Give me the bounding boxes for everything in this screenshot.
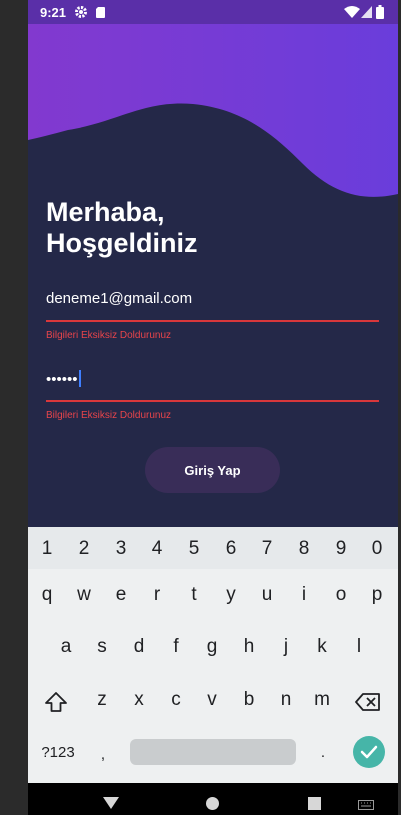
key-v[interactable]: v <box>197 689 227 711</box>
key-5[interactable]: 5 <box>179 538 209 560</box>
key-9[interactable]: 9 <box>326 538 356 560</box>
key-7[interactable]: 7 <box>252 538 282 560</box>
spacebar[interactable] <box>130 739 296 765</box>
key-i[interactable]: i <box>289 584 319 606</box>
greeting-line-1: Merhaba, <box>46 197 165 227</box>
key-8[interactable]: 8 <box>289 538 319 560</box>
key-o[interactable]: o <box>326 584 356 606</box>
wifi-icon <box>344 6 360 18</box>
key-f[interactable]: f <box>161 636 191 658</box>
key-w[interactable]: w <box>69 584 99 606</box>
key-q[interactable]: q <box>32 584 62 606</box>
key-k[interactable]: k <box>307 636 337 658</box>
email-field[interactable]: deneme1@gmail.com <box>46 290 379 324</box>
password-underline <box>46 400 379 402</box>
nav-back-icon[interactable] <box>103 797 119 809</box>
key-y[interactable]: y <box>216 584 246 606</box>
shift-icon[interactable] <box>44 691 68 713</box>
key-l[interactable]: l <box>344 636 374 658</box>
key-a[interactable]: a <box>51 636 81 658</box>
window-frame-left <box>0 0 28 815</box>
key-1[interactable]: 1 <box>32 538 62 560</box>
key-u[interactable]: u <box>252 584 282 606</box>
text-cursor <box>78 370 81 387</box>
key-s[interactable]: s <box>87 636 117 658</box>
key-r[interactable]: r <box>142 584 172 606</box>
nav-recents-icon[interactable] <box>308 797 321 810</box>
navigation-bar <box>28 783 398 815</box>
key-6[interactable]: 6 <box>216 538 246 560</box>
login-button[interactable]: Giriş Yap <box>145 447 280 493</box>
email-value: deneme1@gmail.com <box>46 290 193 307</box>
symbols-key[interactable]: ?123 <box>38 744 78 761</box>
key-g[interactable]: g <box>197 636 227 658</box>
comma-key[interactable]: , <box>88 746 118 763</box>
signal-icon <box>361 6 372 18</box>
header-wave <box>28 24 398 197</box>
key-3[interactable]: 3 <box>106 538 136 560</box>
key-d[interactable]: d <box>124 636 154 658</box>
email-underline <box>46 320 379 322</box>
key-n[interactable]: n <box>271 689 301 711</box>
email-error: Bilgileri Eksiksiz Doldurunuz <box>46 330 172 341</box>
key-e[interactable]: e <box>106 584 136 606</box>
key-h[interactable]: h <box>234 636 264 658</box>
battery-icon <box>376 5 384 19</box>
status-bar: 9:21 <box>28 0 398 24</box>
key-2[interactable]: 2 <box>69 538 99 560</box>
key-c[interactable]: c <box>161 689 191 711</box>
key-m[interactable]: m <box>307 689 337 711</box>
key-4[interactable]: 4 <box>142 538 172 560</box>
key-0[interactable]: 0 <box>362 538 392 560</box>
settings-icon <box>75 6 87 18</box>
period-key[interactable]: . <box>308 744 338 761</box>
backspace-icon[interactable] <box>355 693 381 711</box>
status-time: 9:21 <box>40 5 67 20</box>
enter-key[interactable] <box>353 736 385 768</box>
key-t[interactable]: t <box>179 584 209 606</box>
password-error: Bilgileri Eksiksiz Doldurunuz <box>46 410 172 421</box>
nav-home-icon[interactable] <box>206 797 219 810</box>
key-j[interactable]: j <box>271 636 301 658</box>
keyboard: 1 2 3 4 5 6 7 8 9 0 q w e r t y u i o p … <box>28 527 398 783</box>
greeting-title: Merhaba, Hoşgeldiniz <box>46 197 198 259</box>
greeting-line-2: Hoşgeldiniz <box>46 228 198 258</box>
keyboard-switch-icon[interactable] <box>358 800 374 810</box>
key-x[interactable]: x <box>124 689 154 711</box>
key-b[interactable]: b <box>234 689 264 711</box>
key-z[interactable]: z <box>87 689 117 711</box>
password-field[interactable]: •••••• <box>46 370 379 404</box>
sd-card-icon <box>96 7 105 18</box>
key-p[interactable]: p <box>362 584 392 606</box>
check-icon <box>360 745 378 759</box>
password-value: •••••• <box>46 371 78 388</box>
phone-screen: 9:21 Merhaba, Hoşgeldiniz deneme1@gmail.… <box>28 0 398 815</box>
